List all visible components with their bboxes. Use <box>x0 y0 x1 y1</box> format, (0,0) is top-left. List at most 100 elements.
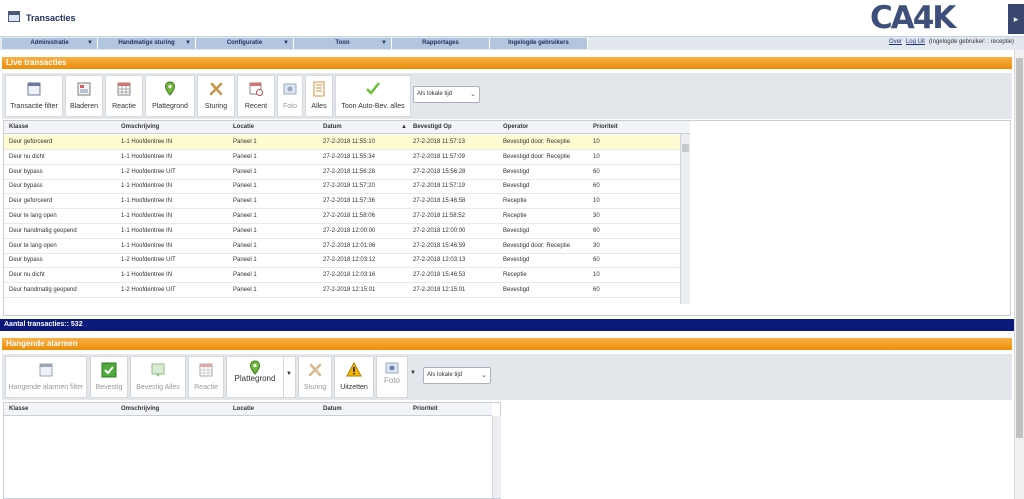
table-row[interactable]: Deur geforceerd 1-1 Hoofdentree IN Paneel … <box>4 135 680 150</box>
reaction-button[interactable]: Reactie <box>105 75 143 117</box>
page-scrollbar[interactable] <box>1014 50 1024 499</box>
menu-ingelogde-gebruikers[interactable]: Ingelogde gebruikers <box>490 38 588 49</box>
table-row[interactable]: Deur te lang open 1-1 Hoofdentree IN Panee… <box>4 209 680 224</box>
table-row[interactable]: Deur nu dicht 1-1 Hoofdentree IN Paneel 1 2… <box>4 150 680 165</box>
alarm-timezone-select[interactable]: Als lokale tijd ⌄ <box>423 367 491 384</box>
table-cell: Deur nu dicht <box>9 272 45 279</box>
table-cell: Paneel 1 <box>233 272 257 279</box>
menu-label: Configuratie <box>226 40 263 46</box>
table-row[interactable]: Deur bypass 1-1 Hoofdentree IN Paneel 1 27-… <box>4 179 680 195</box>
table-cell: 27-2-2018 12:03:16 <box>323 272 376 279</box>
column-header[interactable]: Locatie <box>233 121 254 134</box>
pending-alarms-filter-button[interactable]: Hangende alarmen filter <box>5 356 87 398</box>
warning-icon <box>346 362 362 377</box>
table-cell: 60 <box>593 168 600 175</box>
select-value: Als lokale tijd <box>417 91 453 97</box>
show-auto-confirm-all-button[interactable]: Toon Auto-Bev. alles <box>335 75 411 117</box>
table-row[interactable]: Deur nu dicht 1-1 Hoofdentree IN Paneel 1 2… <box>4 268 680 284</box>
alarm-photo-button[interactable]: Foto <box>376 356 408 398</box>
window-icon <box>8 11 20 22</box>
table-cell: 27-2-2018 11:57:20 <box>323 183 375 190</box>
chevron-down-icon: ⌄ <box>481 372 487 379</box>
table-row[interactable]: Deur handmatig geopend 1-1 Hoofdentree IN… <box>4 224 680 239</box>
pending-alarms-header: Hangende alarmen <box>2 338 1012 350</box>
photo-dropdown[interactable]: ▼ <box>408 356 420 398</box>
table-row[interactable]: Deur bypass 1-2 Hoofdentree UIT Paneel 1 27… <box>4 253 680 269</box>
logo: CA4K <box>868 0 998 36</box>
menu-rapportages[interactable]: Rapportages <box>392 38 490 49</box>
button-label: Uitzetten <box>340 384 368 391</box>
table-row[interactable]: Deur te lang open 1-1 Hoofdentree IN Panee… <box>4 239 680 254</box>
table-cell: 1-1 Hoofdentree IN <box>121 198 173 205</box>
table-row[interactable]: Deur handmatig geopend 1-2 Hoofdentree UI… <box>4 283 680 298</box>
control-button[interactable]: Sturing <box>197 75 235 117</box>
alarm-control-button[interactable]: Sturing <box>298 356 332 398</box>
browse-button[interactable]: Bladeren <box>65 75 103 117</box>
table-cell: 60 <box>593 287 600 293</box>
grid-scrollbar[interactable] <box>680 134 690 304</box>
table-cell: Deur geforceerd <box>9 198 53 205</box>
photo-button[interactable]: Foto <box>277 75 303 117</box>
alarm-floorplan-button[interactable]: Plattegrond <box>226 356 284 398</box>
column-header[interactable]: Omschrijving <box>121 121 159 134</box>
table-cell: Deur handmatig geopend <box>9 287 77 293</box>
column-header[interactable]: Datum <box>323 121 342 134</box>
table-row[interactable]: Deur geforceerd 1-1 Hoofdentree IN Paneel … <box>4 194 680 210</box>
column-header[interactable]: Klasse <box>9 121 28 134</box>
menu-configuratie[interactable]: Configuratie ▼ <box>196 38 294 49</box>
timezone-select[interactable]: Als lokale tijd ⌄ <box>413 86 480 103</box>
disable-button[interactable]: Uitzetten <box>334 356 374 398</box>
recent-button[interactable]: Recent <box>237 75 275 117</box>
table-cell: Bevestigd <box>503 287 530 293</box>
table-cell: 27-2-2018 12:03:13 <box>413 257 466 264</box>
table-cell: Paneel 1 <box>233 257 257 264</box>
menu-label: Toon <box>335 40 350 46</box>
transaction-filter-button[interactable]: Transactie filter <box>5 75 63 117</box>
table-cell: 1-1 Hoofdentree IN <box>121 153 173 160</box>
scrollbar-thumb[interactable] <box>1016 58 1023 438</box>
column-header[interactable]: Prioriteit <box>413 403 438 416</box>
table-cell: 27-2-2018 11:58:06 <box>323 213 375 219</box>
floorplan-dropdown[interactable]: ▼ <box>284 356 296 398</box>
table-cell: Bevestigd door: Receptie <box>503 153 571 160</box>
menu-toon[interactable]: Toon ▼ <box>294 38 392 49</box>
dropdown-arrow-icon: ▼ <box>381 40 387 46</box>
table-cell: 27-2-2018 12:15:01 <box>323 287 376 293</box>
menu-handmatige-sturing[interactable]: Handmatige sturing ▼ <box>98 38 196 49</box>
table-cell: 30 <box>593 213 600 219</box>
confirm-all-button[interactable]: Bevestig Alles <box>130 356 186 398</box>
table-row[interactable]: Deur bypass 1-2 Hoofdentree UIT Paneel 1 27… <box>4 165 680 180</box>
table-cell: 1-1 Hoofdentree IN <box>121 227 173 234</box>
column-header[interactable]: Locatie <box>233 403 254 416</box>
scrollbar-thumb[interactable] <box>682 144 689 152</box>
button-label: Hangende alarmen filter <box>8 384 84 391</box>
table-cell: 60 <box>593 257 600 264</box>
table-cell: Receptie <box>503 272 527 279</box>
table-cell: Deur geforceerd <box>9 139 53 145</box>
table-cell: Paneel 1 <box>233 153 257 160</box>
table-cell: 27-2-2018 12:00:00 <box>413 227 466 234</box>
table-cell: 1-1 Hoofdentree IN <box>121 213 173 219</box>
about-link[interactable]: Over <box>889 39 902 45</box>
grid-scrollbar[interactable] <box>492 416 501 498</box>
column-header[interactable]: Klasse <box>9 403 28 416</box>
grid-icon <box>199 363 213 377</box>
menu-administratie[interactable]: Administratie ▼ <box>2 38 98 49</box>
table-cell: 27-2-2018 11:57:13 <box>413 139 465 145</box>
alarm-reaction-button[interactable]: Reactie <box>188 356 224 398</box>
table-cell: 27-2-2018 11:57:36 <box>323 198 375 205</box>
table-cell: Paneel 1 <box>233 168 257 175</box>
logout-link[interactable]: Log Uit <box>906 39 925 45</box>
column-header[interactable]: Prioriteit <box>593 121 618 134</box>
page-title: Transacties <box>26 13 76 23</box>
floorplan-button[interactable]: Plattegrond <box>145 75 195 117</box>
all-button[interactable]: Alles <box>305 75 333 117</box>
column-header[interactable]: Datum <box>323 403 342 416</box>
column-header[interactable]: Omschrijving <box>121 403 159 416</box>
confirm-button[interactable]: Bevestig <box>90 356 128 398</box>
side-panel-toggle[interactable]: ▸ <box>1008 4 1024 34</box>
button-label: Recent <box>244 103 268 110</box>
table-cell: 60 <box>593 183 600 190</box>
column-header[interactable]: Bevestigd Op <box>413 121 452 134</box>
column-header[interactable]: Operator <box>503 121 528 134</box>
